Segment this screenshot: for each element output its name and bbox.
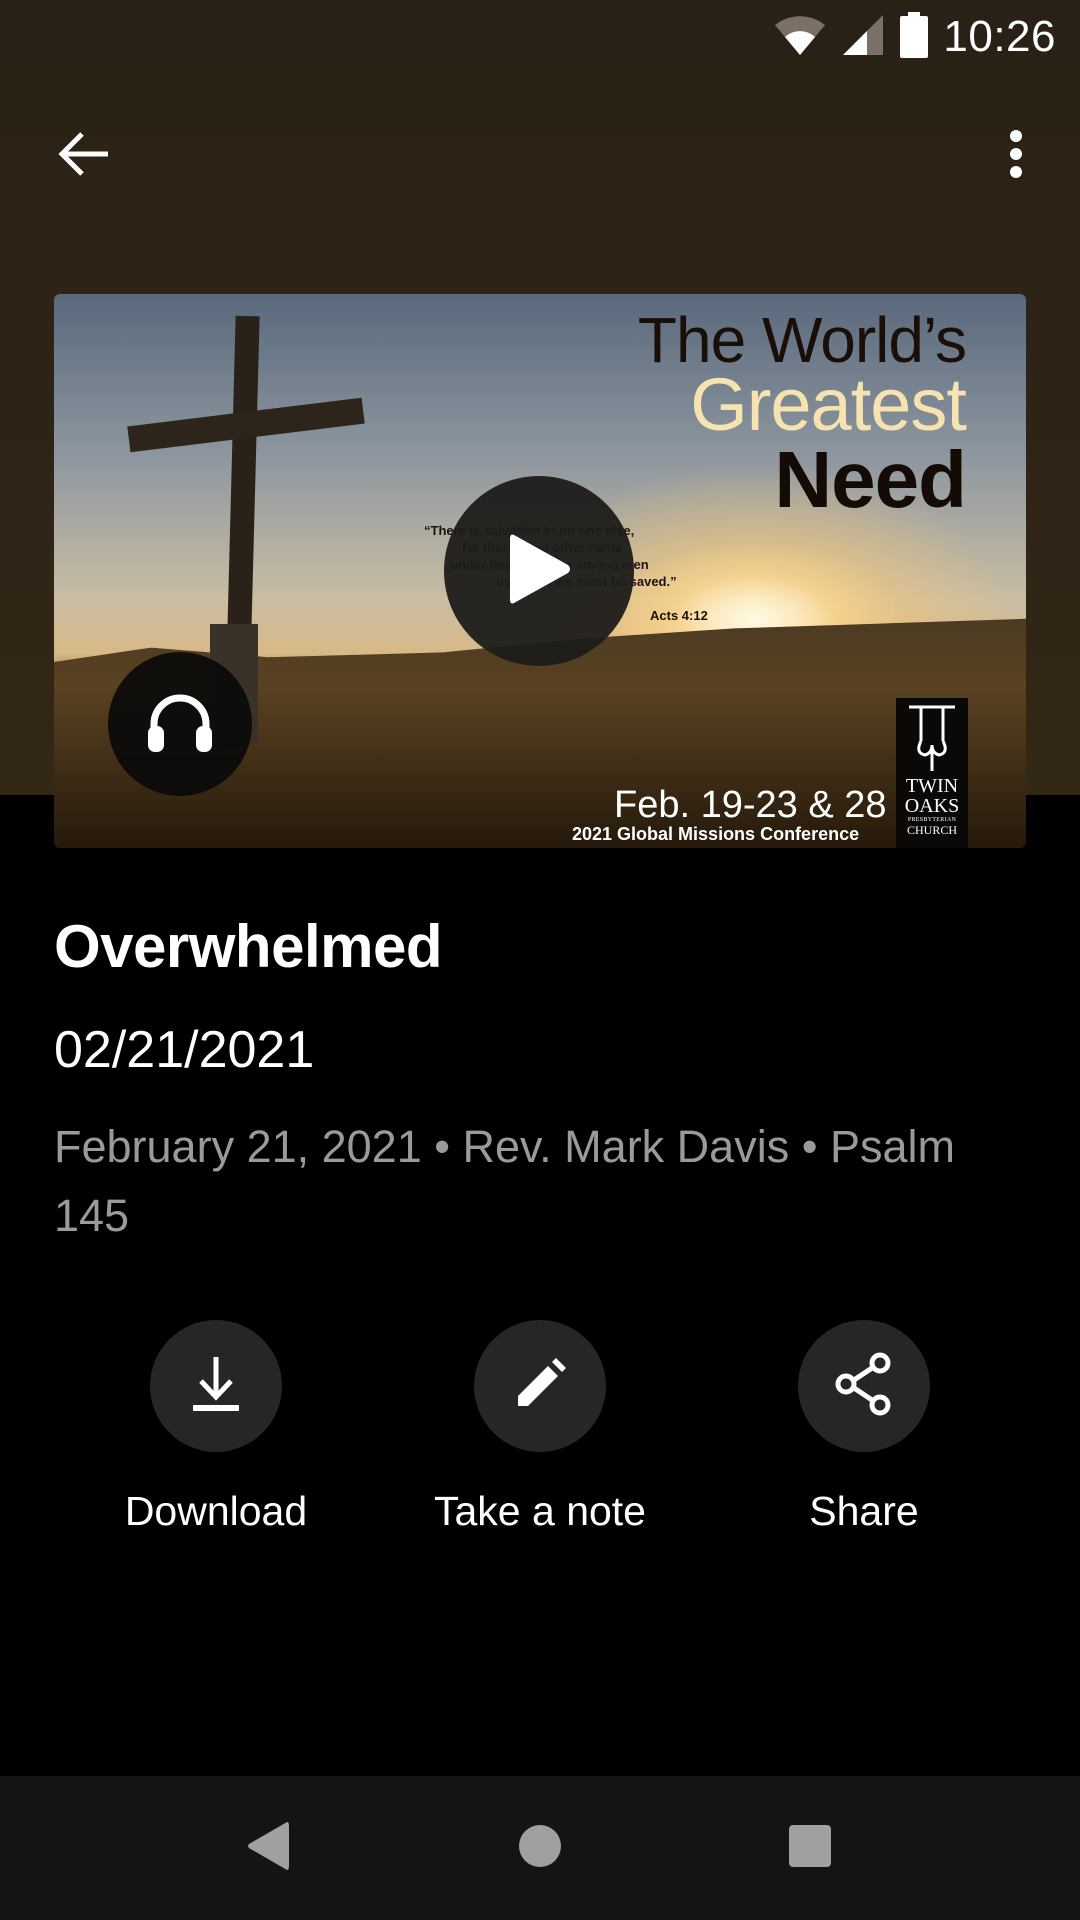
sermon-meta: February 21, 2021 • Rev. Mark Davis • Ps… [54,1121,955,1241]
status-time: 10:26 [943,12,1056,61]
thumbnail-title-line: Need [774,435,967,524]
more-vert-icon [1009,129,1023,184]
share-button[interactable]: Share [724,1320,1004,1535]
system-nav-bar [0,1776,1080,1920]
church-logo-mark-icon [896,698,968,776]
nav-home-button[interactable] [490,1812,590,1884]
event-name: 2021 Global Missions Conference [572,824,860,844]
app-bar [0,100,1080,210]
logo-text: CHURCH [906,823,957,837]
take-note-label: Take a note [434,1488,646,1534]
download-label: Download [124,1488,308,1534]
nav-recents-icon [787,1823,833,1874]
share-label: Share [809,1488,919,1534]
take-note-circle[interactable] [474,1320,606,1452]
edit-icon [514,1357,566,1415]
download-circle[interactable] [150,1320,282,1452]
nav-back-button[interactable] [218,1812,318,1884]
sermon-date: 02/21/2021 [54,1021,315,1079]
nav-home-icon [517,1823,563,1874]
logo-text: TWIN [905,775,959,797]
sermon-title: Overwhelmed [54,913,443,980]
share-icon [834,1352,894,1421]
share-circle[interactable] [798,1320,930,1452]
download-button[interactable]: Download [76,1320,356,1535]
status-bar: 10:26 [0,0,1080,75]
verse-reference: Acts 4:12 [650,608,708,623]
take-note-button[interactable]: Take a note [400,1320,680,1535]
arrow-back-icon [58,130,110,183]
thumbnail-title: The World’s Greatest Need [638,308,967,524]
nav-recents-button[interactable] [760,1812,860,1884]
play-icon [504,529,574,614]
download-icon [191,1355,241,1418]
audio-button[interactable] [108,652,252,796]
logo-text: OAKS [904,795,960,817]
church-logo: TWIN OAKS PRESBYTERIAN CHURCH [896,698,968,848]
back-button[interactable] [40,120,128,192]
more-options-button[interactable] [980,120,1052,192]
cellular-signal-icon [841,13,885,62]
wifi-icon [773,13,827,62]
nav-back-icon [245,1820,291,1877]
headphones-icon [146,690,214,759]
thumbnail-title-line: Greatest [690,363,967,446]
play-button[interactable] [444,476,634,666]
event-dates: Feb. 19-23 & 28 [614,784,887,826]
battery-icon [899,11,929,63]
